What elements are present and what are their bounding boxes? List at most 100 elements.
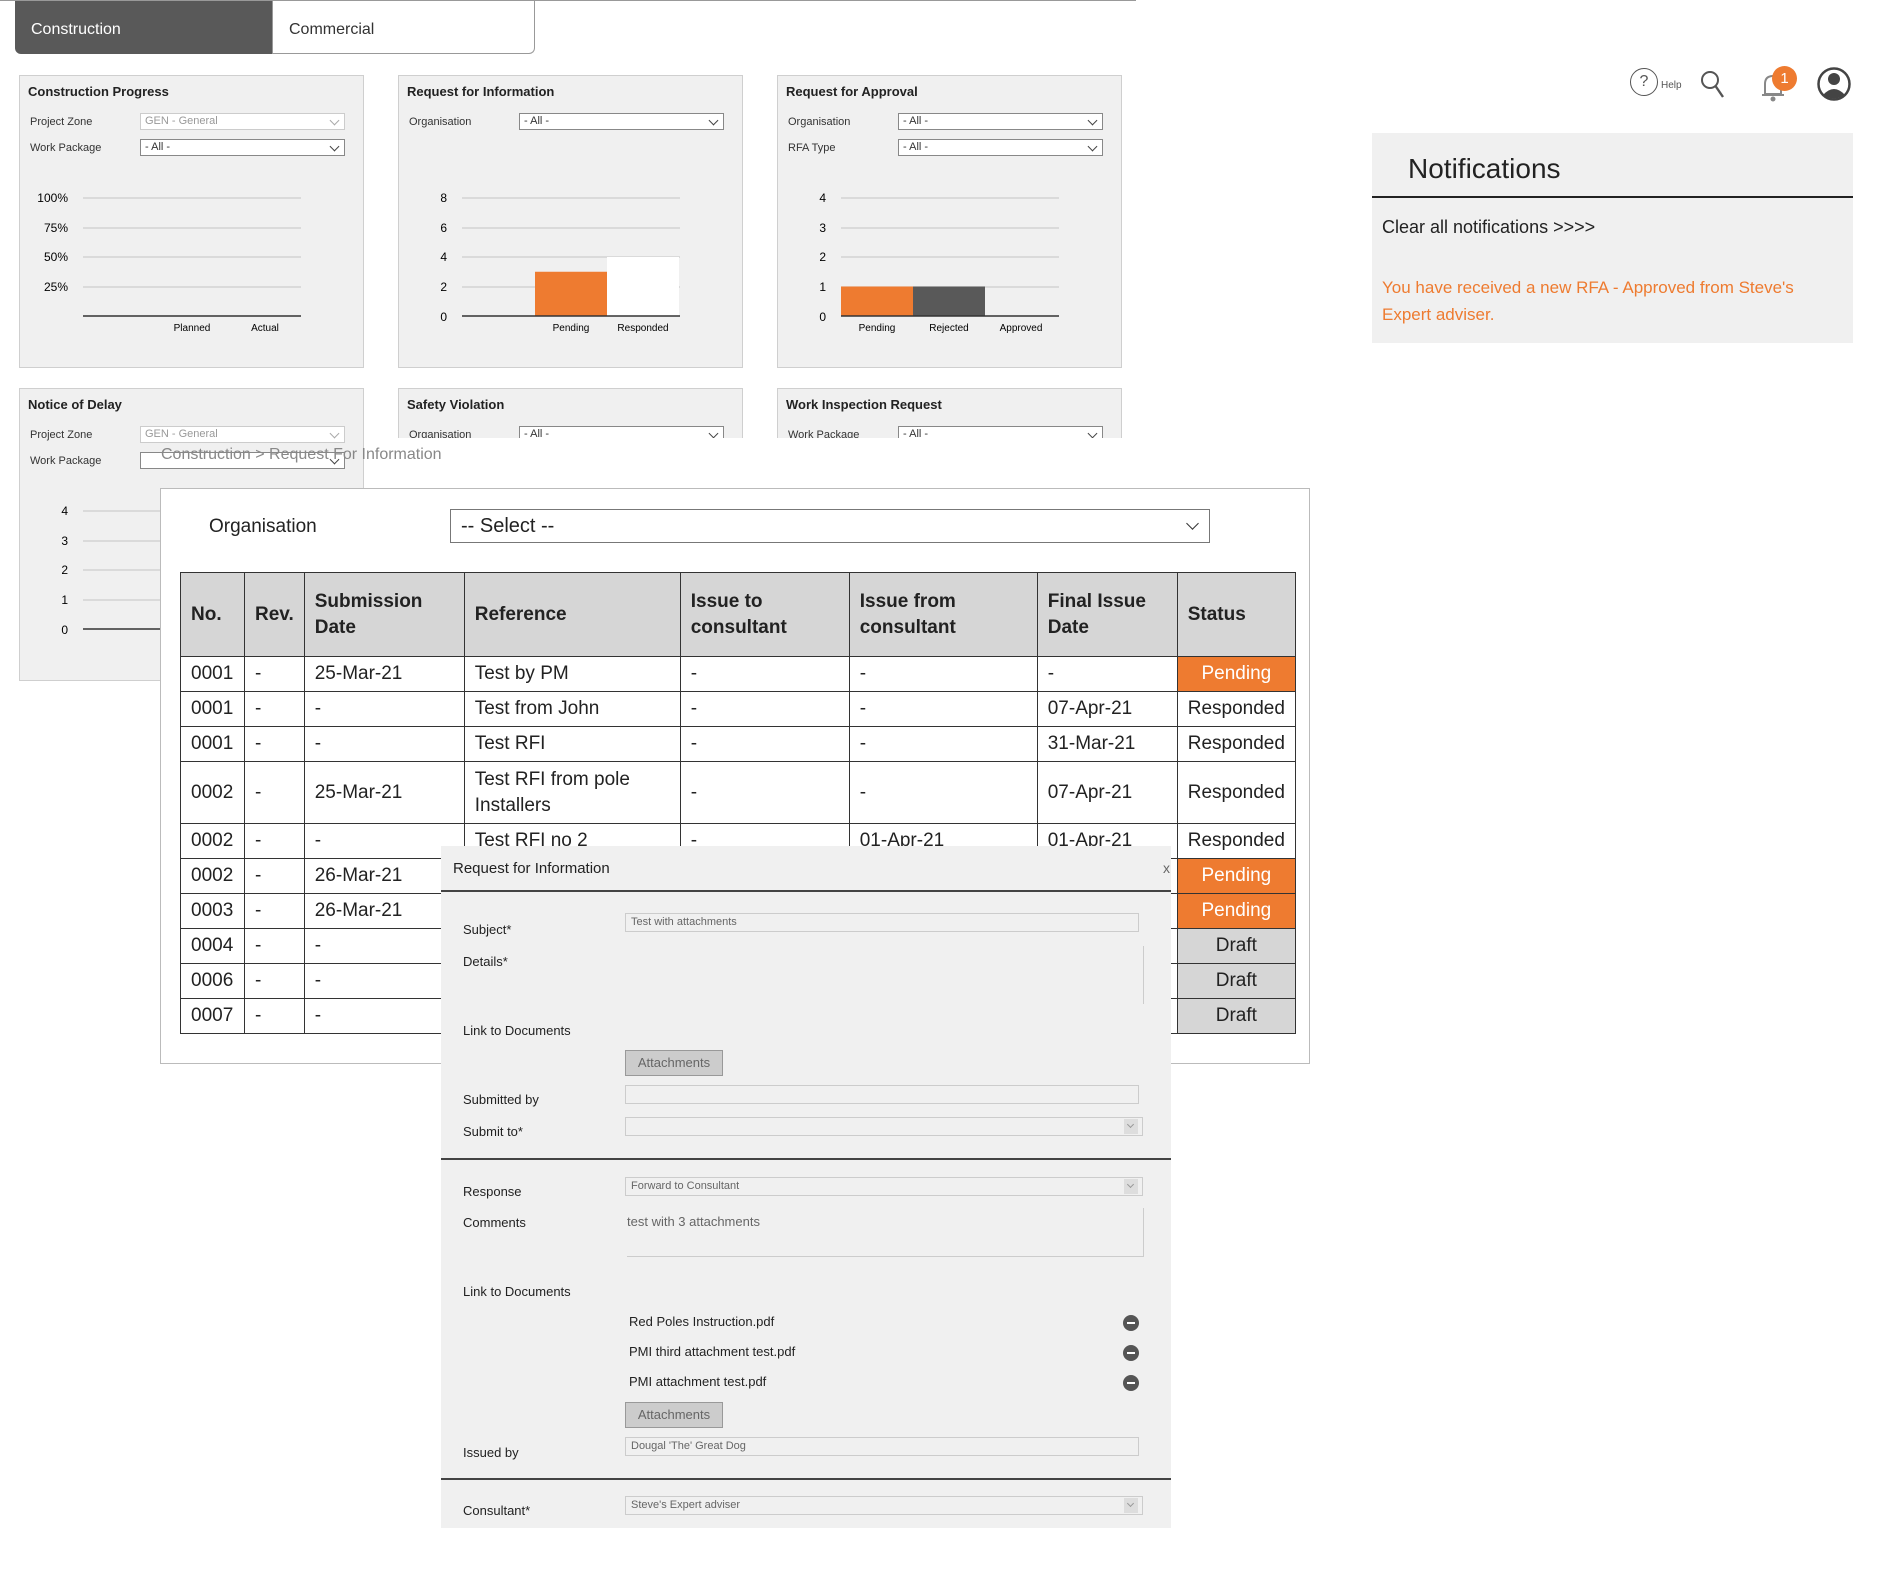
help-label[interactable]: Help: [1661, 80, 1682, 91]
attachments-button[interactable]: Attachments: [625, 1402, 723, 1428]
consultant-label: Consultant*: [463, 1503, 531, 1518]
bar-pending[interactable]: [841, 286, 913, 317]
response-select[interactable]: Forward to Consultant: [625, 1177, 1143, 1196]
chevron-down-icon: [1186, 517, 1199, 530]
y-tick-label: 8: [440, 191, 447, 205]
y-tick-label: 4: [440, 250, 447, 264]
table-cell: Test from John: [463, 691, 681, 727]
organisation-label: Organisation: [209, 516, 317, 537]
link-to-documents-label: Link to Documents: [463, 1284, 571, 1299]
chevron-down-icon: [1087, 428, 1098, 438]
user-avatar-icon[interactable]: [1817, 66, 1851, 102]
bar-responded[interactable]: [607, 257, 679, 316]
y-tick-label: 3: [819, 221, 826, 235]
y-tick-label: 2: [440, 280, 447, 294]
notifications-title: Notifications: [1408, 153, 1561, 184]
organisation-select-value: -- Select --: [461, 515, 555, 537]
table-row[interactable]: 0001- - Test RFI - -31-Mar-21 Responded: [180, 726, 1296, 762]
bar-pending[interactable]: [535, 271, 607, 316]
search-icon[interactable]: [1700, 69, 1724, 99]
x-tick-label: Approved: [1000, 323, 1043, 334]
issued-by-field[interactable]: Dougal 'The' Great Dog: [625, 1437, 1139, 1456]
table-cell: 07-Apr-21: [1036, 691, 1178, 727]
table-cell: Test RFI: [463, 726, 681, 762]
table-cell: -: [244, 726, 305, 762]
table-row[interactable]: 0002-25-Mar-21 Test RFI from pole Install…: [180, 761, 1296, 824]
work-package-value: - All -: [903, 428, 929, 438]
table-row[interactable]: 0001- - Test from John - -07-Apr-21 Responded: [180, 691, 1296, 727]
y-tick-label: 6: [440, 221, 447, 235]
attachment-file[interactable]: PMI attachment test.pdf: [629, 1374, 766, 1389]
modal-divider: [441, 890, 1171, 892]
organisation-select[interactable]: -- Select --: [450, 509, 1210, 543]
column-header[interactable]: No.: [180, 572, 245, 657]
attachment-file[interactable]: Red Poles Instruction.pdf: [629, 1314, 774, 1329]
work-package-select[interactable]: - All -: [898, 426, 1103, 438]
response-value: Forward to Consultant: [631, 1180, 740, 1192]
submit-to-select[interactable]: [625, 1117, 1143, 1136]
x-tick-label: Responded: [617, 323, 668, 334]
consultant-value: Steve's Expert adviser: [631, 1499, 741, 1511]
safety-violation-card: Safety Violation Organisation - All -: [398, 388, 743, 438]
subject-field[interactable]: Test with attachments: [625, 913, 1139, 932]
table-cell: -: [244, 656, 305, 692]
table-cell: 07-Apr-21: [1036, 761, 1178, 824]
organisation-select[interactable]: - All -: [519, 426, 724, 438]
attachments-button[interactable]: Attachments: [625, 1050, 723, 1076]
submitted-by-field[interactable]: [625, 1085, 1139, 1104]
card-title: Safety Violation: [407, 397, 505, 412]
table-cell: -: [244, 823, 305, 859]
table-cell: -: [244, 893, 305, 929]
status-badge: Responded: [1176, 726, 1296, 762]
status-badge: Draft: [1176, 928, 1296, 964]
tab-construction[interactable]: Construction: [15, 1, 272, 54]
attachment-file[interactable]: PMI third attachment test.pdf: [629, 1344, 795, 1359]
column-header[interactable]: Issue to consultant: [679, 572, 850, 657]
column-header[interactable]: Submission Date: [303, 572, 465, 657]
y-tick-label: 100%: [37, 191, 68, 205]
column-header[interactable]: Reference: [463, 572, 681, 657]
close-icon[interactable]: x: [1163, 860, 1170, 876]
x-tick-label: Planned: [174, 323, 211, 334]
rfi-detail-modal: Request for Information x Subject* Test …: [441, 846, 1171, 1528]
rfi-summary-card: Request for Information Organisation - A…: [398, 75, 743, 368]
details-label: Details*: [463, 954, 508, 969]
column-header[interactable]: Status: [1176, 572, 1296, 657]
bar-rejected[interactable]: [913, 286, 985, 317]
organisation-label: Organisation: [409, 429, 472, 438]
table-cell: -: [303, 691, 465, 727]
y-tick-label: 3: [61, 534, 68, 548]
notification-message[interactable]: You have received a new RFA - Approved f…: [1382, 274, 1822, 328]
remove-icon[interactable]: [1123, 1345, 1139, 1361]
notification-count-badge[interactable]: 1: [1772, 66, 1797, 91]
help-icon[interactable]: ?: [1630, 68, 1658, 96]
table-cell: -: [679, 656, 850, 692]
table-cell: 0002: [180, 858, 245, 894]
status-badge: Responded: [1176, 691, 1296, 727]
column-header[interactable]: Issue from consultant: [848, 572, 1038, 657]
column-header[interactable]: Final Issue Date: [1036, 572, 1178, 657]
tab-commercial[interactable]: Commercial: [272, 1, 535, 54]
table-row[interactable]: 0001-25-Mar-21 Test by PM - - - Pending: [180, 656, 1296, 692]
table-cell: -: [848, 691, 1038, 727]
status-badge: Pending: [1176, 893, 1296, 929]
construction-progress-card: Construction Progress Project Zone GEN -…: [19, 75, 364, 368]
column-header[interactable]: Rev.: [244, 572, 305, 657]
consultant-select[interactable]: Steve's Expert adviser: [625, 1496, 1143, 1515]
y-tick-label: 25%: [44, 280, 68, 294]
remove-icon[interactable]: [1123, 1375, 1139, 1391]
comments-textarea[interactable]: test with 3 attachments: [627, 1214, 760, 1229]
subject-label: Subject*: [463, 922, 512, 937]
submit-to-label: Submit to*: [463, 1124, 523, 1139]
remove-icon[interactable]: [1123, 1315, 1139, 1331]
clear-notifications-link[interactable]: Clear all notifications >>>>: [1382, 217, 1595, 238]
table-cell: 0002: [180, 761, 245, 824]
chevron-down-icon: [1124, 1119, 1138, 1134]
modal-title: Request for Information: [453, 860, 610, 877]
table-cell: 25-Mar-21: [303, 761, 465, 824]
table-cell: -: [303, 726, 465, 762]
details-textarea-edge[interactable]: [1143, 946, 1144, 1004]
rfa-summary-card: Request for Approval Organisation - All …: [777, 75, 1122, 368]
table-cell: 0003: [180, 893, 245, 929]
notifications-divider: [1372, 196, 1853, 198]
